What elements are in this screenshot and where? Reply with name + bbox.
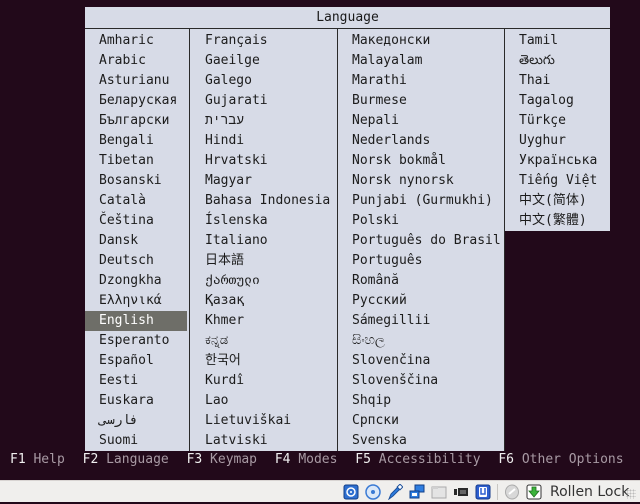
language-option[interactable]: فارسی	[85, 411, 189, 431]
dialog-title: Language	[85, 7, 610, 29]
language-option[interactable]: ಕನ್ನಡ	[190, 331, 337, 351]
host-key-icon	[526, 484, 542, 500]
function-key-bar: F1 Help F2 Language F3 Keymap F4 Modes F…	[10, 450, 634, 470]
fkey-keymap[interactable]: F3 Keymap	[187, 450, 257, 470]
language-option[interactable]: עברית	[190, 111, 337, 131]
language-option[interactable]: Български	[85, 111, 189, 131]
language-option[interactable]: Español	[85, 351, 189, 371]
language-option[interactable]: Íslenska	[190, 211, 337, 231]
language-option[interactable]: Қазақ	[190, 291, 337, 311]
language-column-4: Tamil తెలుగు Thai Tagalog Türkçe Uyghur Україн…	[505, 29, 610, 231]
language-option[interactable]: తెలుగు	[505, 51, 610, 71]
language-option[interactable]: Čeština	[85, 211, 189, 231]
language-option[interactable]: Nepali	[338, 111, 504, 131]
fkey-help[interactable]: F1 Help	[10, 450, 65, 470]
video-capture-icon[interactable]	[453, 484, 469, 500]
language-option[interactable]: Hrvatski	[190, 151, 337, 171]
language-option[interactable]: Esperanto	[85, 331, 189, 351]
language-option[interactable]: Arabic	[85, 51, 189, 71]
language-option[interactable]: Italiano	[190, 231, 337, 251]
optical-drive-icon[interactable]	[365, 484, 381, 500]
language-option[interactable]: Română	[338, 271, 504, 291]
language-option[interactable]: Tamil	[505, 31, 610, 51]
language-option[interactable]: Slovenščina	[338, 371, 504, 391]
language-option[interactable]: 日本語	[190, 251, 337, 271]
language-option[interactable]: Gaeilge	[190, 51, 337, 71]
language-option[interactable]: Shqip	[338, 391, 504, 411]
language-option[interactable]: Hindi	[190, 131, 337, 151]
language-option[interactable]: Latviski	[190, 431, 337, 451]
language-column-3: Македонски Malayalam Marathi Burmese Nepali N…	[338, 29, 505, 451]
language-option[interactable]: Bahasa Indonesia	[190, 191, 337, 211]
language-option[interactable]: Deutsch	[85, 251, 189, 271]
language-option[interactable]: Català	[85, 191, 189, 211]
language-option[interactable]: Kurdî	[190, 371, 337, 391]
language-option[interactable]: Polski	[338, 211, 504, 231]
language-option[interactable]: Bosanski	[85, 171, 189, 191]
language-option[interactable]: Српски	[338, 411, 504, 431]
language-option[interactable]: Magyar	[190, 171, 337, 191]
language-option[interactable]: Thai	[505, 71, 610, 91]
language-option[interactable]: Khmer	[190, 311, 337, 331]
cpu-virtualization-icon[interactable]	[475, 484, 491, 500]
host-key-label: Rollen Lock	[550, 484, 630, 500]
fkey-modes[interactable]: F4 Modes	[275, 450, 338, 470]
language-option[interactable]: Tibetan	[85, 151, 189, 171]
language-option[interactable]: Lao	[190, 391, 337, 411]
language-option[interactable]: Suomi	[85, 431, 189, 451]
language-option[interactable]: Svenska	[338, 431, 504, 451]
language-option[interactable]: Bengali	[85, 131, 189, 151]
fkey-other-options[interactable]: F6 Other Options	[498, 450, 623, 470]
language-option[interactable]: 中文(繁體)	[505, 211, 610, 231]
language-option[interactable]: Amharic	[85, 31, 189, 51]
language-column-2: Français Gaeilge Galego Gujarati עברית Hindi H…	[190, 29, 338, 451]
language-option[interactable]: Tiếng Việt	[505, 171, 610, 191]
language-option[interactable]: Burmese	[338, 91, 504, 111]
language-option[interactable]: සිංහල	[338, 331, 504, 351]
vm-status-bar: Rollen Lock	[0, 480, 640, 502]
language-option[interactable]: Asturianu	[85, 71, 189, 91]
language-option[interactable]: Marathi	[338, 71, 504, 91]
language-option[interactable]: Norsk bokmål	[338, 151, 504, 171]
language-option[interactable]: Dzongkha	[85, 271, 189, 291]
resize-grip[interactable]	[626, 489, 636, 499]
status-separator	[497, 484, 498, 500]
mouse-integration-icon[interactable]	[504, 484, 520, 500]
language-option[interactable]: Македонски	[338, 31, 504, 51]
language-option[interactable]: Українська	[505, 151, 610, 171]
language-option[interactable]: Беларуская	[85, 91, 189, 111]
language-dialog: Language Amharic Arabic Asturianu Беларуска…	[85, 7, 610, 451]
language-option[interactable]: Norsk nynorsk	[338, 171, 504, 191]
language-option[interactable]: Galego	[190, 71, 337, 91]
language-option[interactable]: Türkçe	[505, 111, 610, 131]
language-option[interactable]: Português do Brasil	[338, 231, 504, 251]
language-option[interactable]: 中文(简体)	[505, 191, 610, 211]
language-option[interactable]: Português	[338, 251, 504, 271]
language-option[interactable]: Eesti	[85, 371, 189, 391]
language-option[interactable]: Slovenčina	[338, 351, 504, 371]
language-column-1: Amharic Arabic Asturianu Беларуская Българск…	[85, 29, 190, 451]
language-option[interactable]: Русский	[338, 291, 504, 311]
fkey-accessibility[interactable]: F5 Accessibility	[355, 450, 480, 470]
language-option-selected[interactable]: English	[85, 311, 187, 331]
usb-icon[interactable]	[387, 483, 404, 501]
network-icon[interactable]	[409, 484, 425, 500]
language-option[interactable]: Ελληνικά	[85, 291, 189, 311]
language-option[interactable]: Lietuviškai	[190, 411, 337, 431]
language-option[interactable]: Nederlands	[338, 131, 504, 151]
language-option[interactable]: ქართული	[190, 271, 337, 291]
language-option[interactable]: Euskara	[85, 391, 189, 411]
hard-disk-icon[interactable]	[343, 484, 359, 500]
language-option[interactable]: Punjabi (Gurmukhi)	[338, 191, 504, 211]
language-option[interactable]: Uyghur	[505, 131, 610, 151]
language-option[interactable]: Sámegillii	[338, 311, 504, 331]
fkey-language[interactable]: F2 Language	[83, 450, 169, 470]
language-option[interactable]: Tagalog	[505, 91, 610, 111]
language-option[interactable]: Dansk	[85, 231, 189, 251]
language-option[interactable]: Français	[190, 31, 337, 51]
language-option[interactable]: Malayalam	[338, 51, 504, 71]
shared-folder-icon[interactable]	[431, 484, 447, 500]
language-option[interactable]: 한국어	[190, 351, 337, 371]
language-option[interactable]: Gujarati	[190, 91, 337, 111]
